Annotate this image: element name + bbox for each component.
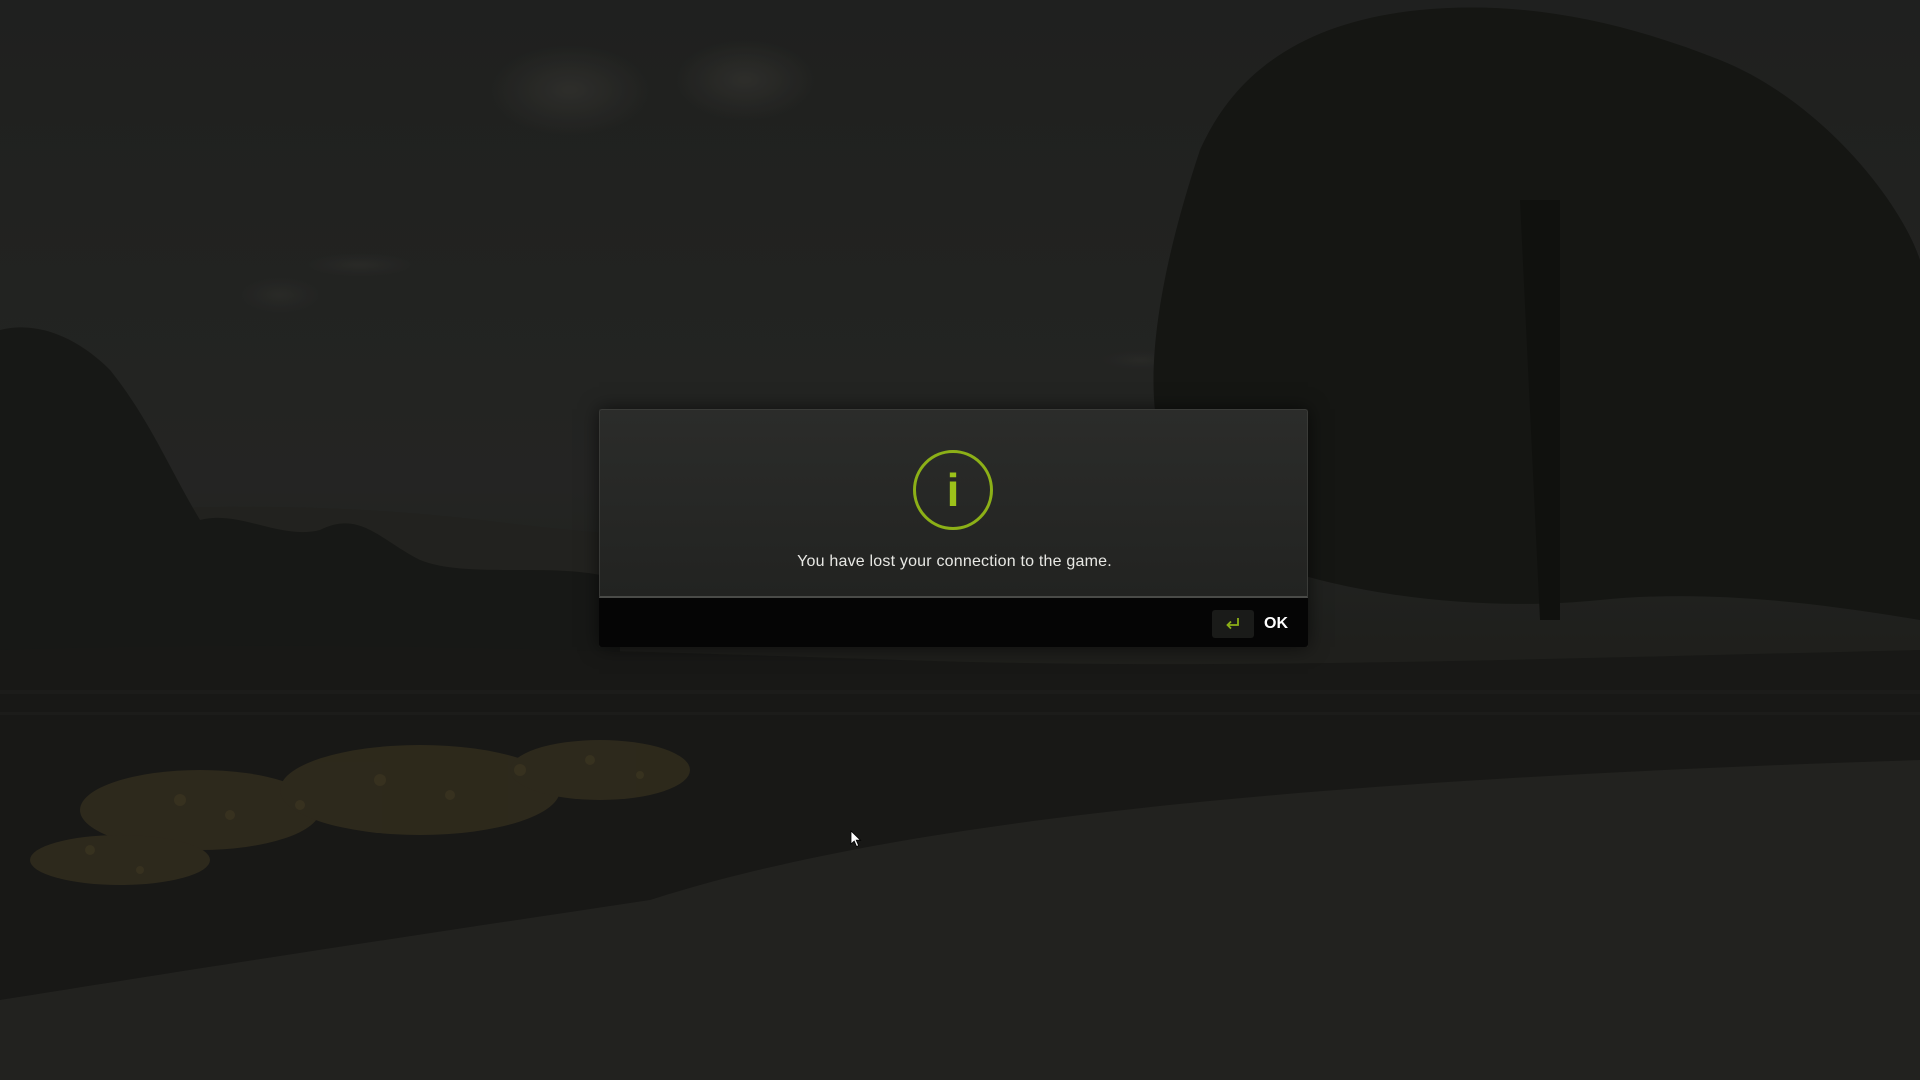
enter-key-icon xyxy=(1212,610,1254,638)
ok-button[interactable]: OK xyxy=(1212,610,1288,638)
dialog-footer: OK xyxy=(599,598,1308,647)
ok-label: OK xyxy=(1264,615,1288,632)
dialog-body: i You have lost your connection to the g… xyxy=(599,409,1308,598)
info-icon-glyph: i xyxy=(946,464,960,516)
connection-lost-dialog: i You have lost your connection to the g… xyxy=(599,409,1308,647)
info-icon: i xyxy=(913,450,993,530)
mouse-cursor-icon xyxy=(850,830,862,848)
dialog-message: You have lost your connection to the gam… xyxy=(797,553,1112,570)
